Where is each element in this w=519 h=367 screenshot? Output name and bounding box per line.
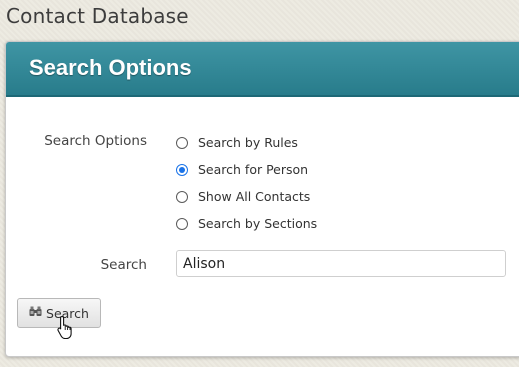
hand-cursor-icon	[57, 315, 75, 344]
radio-search-by-rules[interactable]: Search by Rules	[176, 135, 298, 150]
search-label: Search	[100, 257, 147, 273]
search-input[interactable]	[176, 250, 506, 277]
binoculars-icon	[29, 304, 42, 322]
radio-search-by-sections[interactable]: Search by Sections	[176, 216, 317, 231]
radio-label: Search by Rules	[198, 135, 298, 150]
radio-show-all-contacts[interactable]: Show All Contacts	[176, 189, 310, 204]
radio-label: Show All Contacts	[198, 189, 311, 204]
radio-search-for-person[interactable]: Search for Person	[176, 162, 308, 177]
radio-button[interactable]	[176, 136, 188, 149]
radio-label: Search for Person	[198, 162, 309, 177]
radio-label: Search by Sections	[198, 216, 318, 231]
search-options-panel: Search Options Search Options Search by …	[5, 41, 519, 357]
radio-button[interactable]	[176, 190, 188, 203]
radio-button[interactable]	[176, 163, 188, 176]
page-title: Contact Database	[6, 4, 189, 28]
radio-button[interactable]	[176, 217, 188, 230]
search-options-label: Search Options	[44, 133, 147, 149]
panel-header: Search Options	[6, 42, 519, 97]
panel-title: Search Options	[29, 55, 192, 80]
